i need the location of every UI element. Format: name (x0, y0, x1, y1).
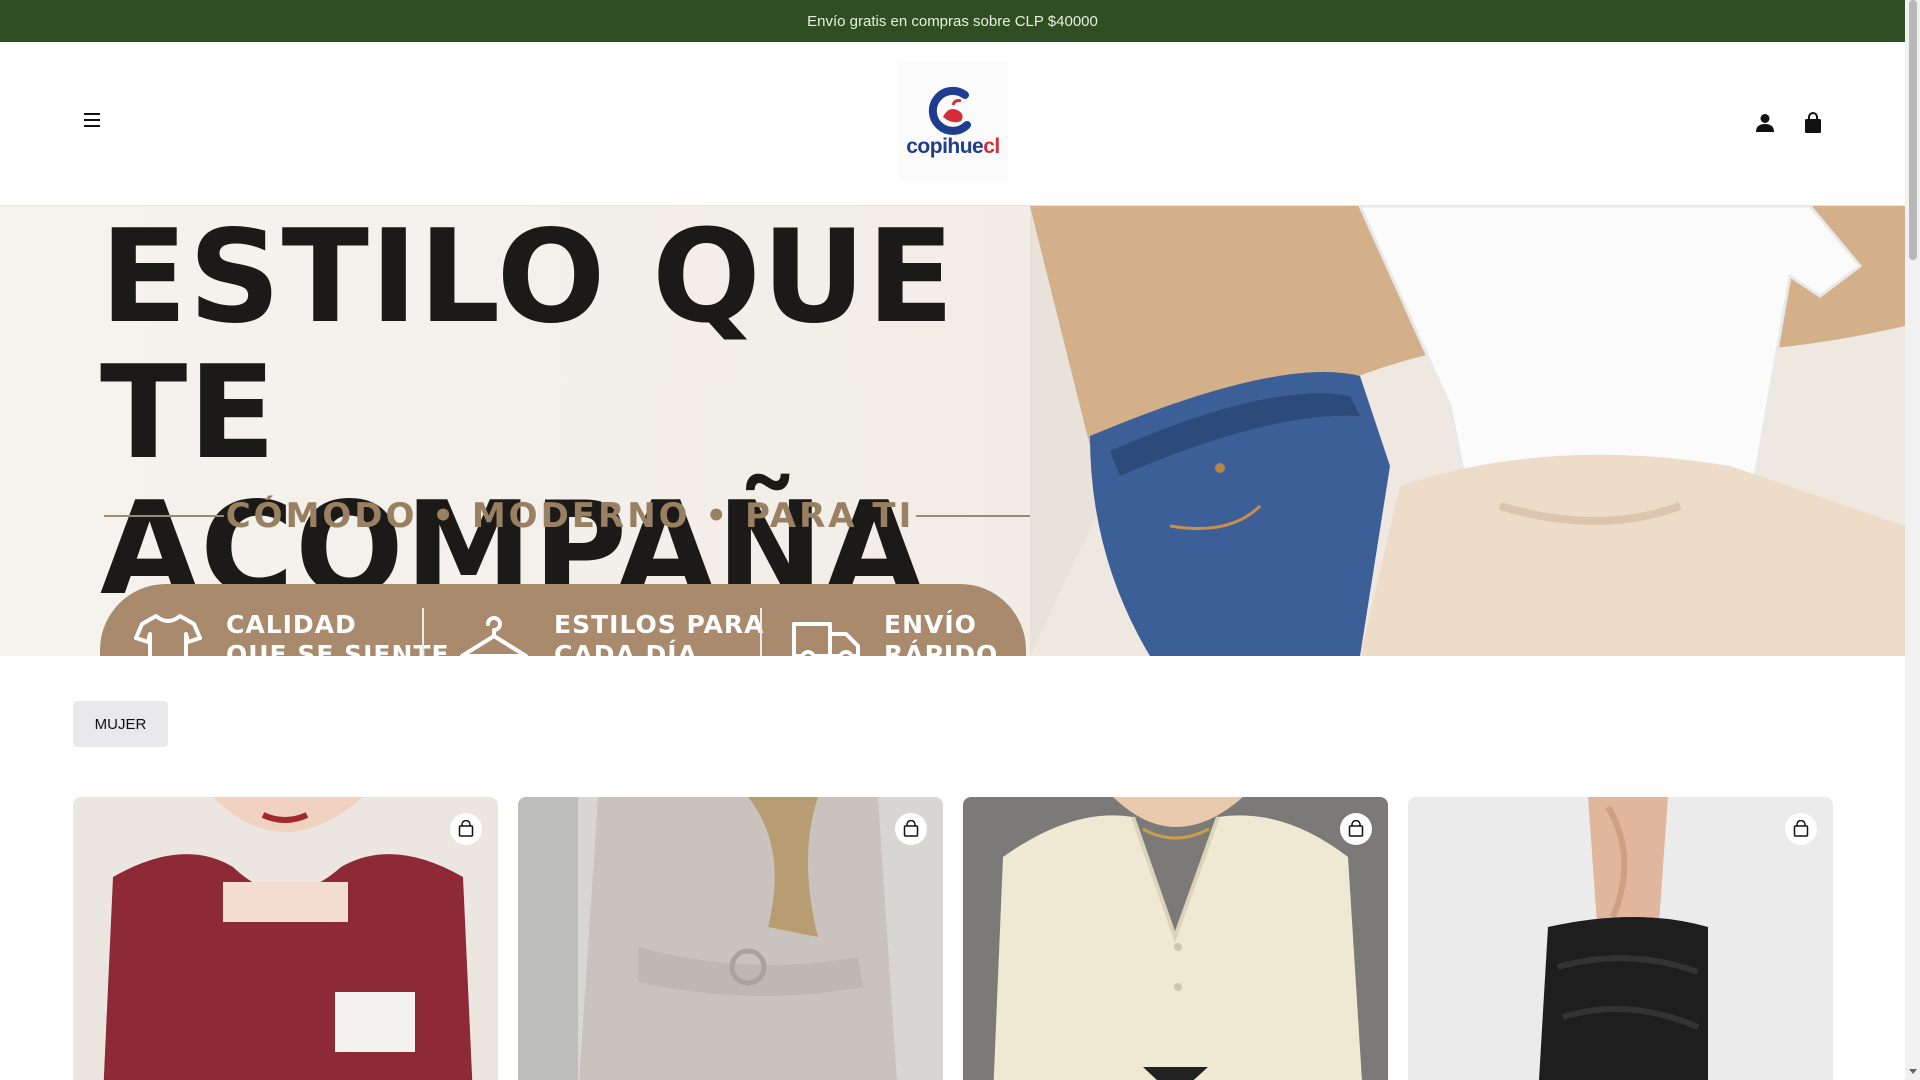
hero-features-pill: CALIDAD QUE SE SIENTE ESTILOS PARA CADA DÍ… (100, 584, 1026, 656)
product-card[interactable] (963, 797, 1388, 1080)
product-image (963, 797, 1388, 1080)
product-card[interactable] (1408, 797, 1833, 1080)
announcement-bar: Envío gratis en compras sobre CLP $40000 (0, 0, 1905, 42)
hero-text-panel: ESTILO QUE TE ACOMPAÑA CÓMODO • MODERNO … (0, 206, 1060, 656)
add-to-cart-icon[interactable] (1785, 813, 1817, 845)
t-shirt-icon (134, 614, 202, 656)
hero-subtitle: CÓMODO • MODERNO • PARA TI (225, 496, 915, 536)
scroll-down-arrow-icon[interactable] (1909, 1069, 1917, 1074)
shopping-bag-icon[interactable] (1802, 112, 1824, 134)
add-to-cart-icon[interactable] (450, 813, 482, 845)
feature-styles: ESTILOS PARA CADA DÍA (456, 610, 764, 656)
hero-subtitle-row: CÓMODO • MODERNO • PARA TI (104, 496, 1036, 536)
product-card[interactable] (518, 797, 943, 1080)
hero-clothing-image (1030, 206, 1905, 656)
product-image (518, 797, 943, 1080)
announcement-text: Envío gratis en compras sobre CLP $40000 (807, 12, 1098, 30)
page-scrollbar[interactable] (1905, 0, 1920, 1080)
scrollbar-thumb[interactable] (1909, 0, 1917, 260)
filter-chip-mujer[interactable]: MUJER (73, 701, 168, 747)
feature-separator (760, 608, 762, 656)
hamburger-menu-icon[interactable] (80, 108, 104, 132)
divider-line (916, 515, 1036, 517)
feature-shipping: ENVÍO RÁPIDO (790, 610, 998, 656)
product-card[interactable] (73, 797, 498, 1080)
hero-banner[interactable]: ESTILO QUE TE ACOMPAÑA CÓMODO • MODERNO … (0, 206, 1905, 656)
hero-title-line2: TE ACOMPAÑA (100, 339, 925, 624)
hanger-icon (460, 616, 528, 656)
hero-title-line1: ESTILO QUE (100, 206, 956, 352)
user-icon[interactable] (1754, 112, 1776, 134)
feature-separator (422, 608, 424, 656)
product-image (1408, 797, 1833, 1080)
add-to-cart-icon[interactable] (1340, 813, 1372, 845)
feature-quality: CALIDAD QUE SE SIENTE (132, 610, 450, 656)
hero-title: ESTILO QUE TE ACOMPAÑA (100, 210, 1060, 618)
add-to-cart-icon[interactable] (895, 813, 927, 845)
product-image (73, 797, 498, 1080)
site-header: copihuecl (0, 42, 1905, 206)
folded-clothes-illustration (1030, 206, 1905, 656)
logo-mark-icon (928, 86, 971, 135)
brand-logo[interactable]: copihuecl (898, 62, 1008, 182)
product-grid (73, 797, 1833, 1080)
delivery-truck-icon (792, 622, 860, 656)
divider-line (104, 515, 224, 517)
logo-wordmark: copihuecl (906, 135, 1000, 158)
